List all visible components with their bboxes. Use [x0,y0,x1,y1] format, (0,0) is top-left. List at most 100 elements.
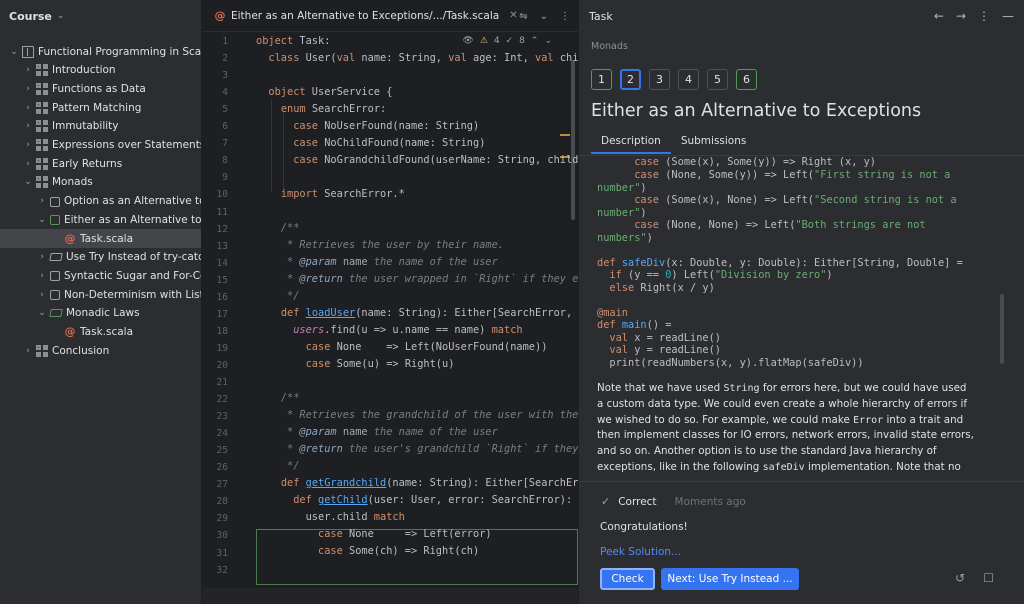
tree-item-label: Introduction [52,64,116,77]
editor-scrollbar[interactable] [571,60,575,220]
code-snippet-line: def main() = [597,319,672,331]
theory-solved-icon [49,309,63,318]
more-options-icon[interactable]: ⋮ [560,11,570,22]
split-editor-icon[interactable]: ⇋ [519,11,527,22]
tree-item[interactable]: › Non-Determinism with Lists [0,285,201,304]
status-time: Moments ago [674,495,746,508]
step-3[interactable]: 3 [649,69,670,90]
tree-item[interactable]: › Immutability [0,117,201,136]
code-line: class User(val name: String, val age: In… [268,52,578,64]
inspection-widget[interactable]: 👁 ⚠ 4 ✓ 8 ⌃ ⌄ [462,36,552,46]
inline-code: String [723,383,760,394]
lesson-icon [36,120,48,133]
weak-warning-count: 8 [519,36,525,46]
tree-item[interactable]: › Early Returns [0,154,201,173]
tabs-dropdown-icon[interactable]: ⌄ [540,11,548,22]
chevron-down-icon[interactable]: ⌄ [544,36,552,46]
more-options-icon[interactable]: ⋮ [978,9,990,23]
code-snippet-line: numbers") [597,232,653,244]
warning-stripe-marker [560,134,570,136]
tab-submissions[interactable]: Submissions [671,131,757,154]
tree-item[interactable]: › Option as an Alternative to n [0,192,202,211]
editor-horizontal-scrollbar[interactable] [202,588,578,604]
chevron-right-icon[interactable]: › [22,346,34,356]
chevron-right-icon[interactable]: › [36,196,48,206]
lesson-icon [36,344,48,357]
course-panel-header[interactable]: Course ⌄ [0,0,201,32]
chevron-right-icon[interactable]: › [36,271,48,281]
tab-description[interactable]: Description [591,131,671,154]
code-snippet-line: number") [597,182,647,194]
tree-item[interactable]: › Introduction [0,61,201,80]
chevron-right-icon[interactable]: › [36,290,48,300]
task-steps: 1 2 3 4 5 6 [591,69,757,90]
tree-item-label: Option as an Alternative to n [64,195,202,208]
line-number: 22 [216,394,228,406]
chevron-down-icon[interactable]: ⌄ [57,11,65,21]
step-5[interactable]: 5 [707,69,728,90]
line-number: 7 [222,138,228,150]
chevron-right-icon[interactable]: › [22,121,34,131]
tree-item[interactable]: ⌄ Monadic Laws [0,304,201,323]
paragraph-text: Note that we have used [597,382,724,394]
tree-item[interactable]: @ Task.scala [0,323,201,342]
close-tab-icon[interactable]: ✕ [509,10,517,21]
eye-icon[interactable]: 👁 [462,36,473,46]
tree-item[interactable]: ⌄ Either as an Alternative to E [0,210,201,229]
chevron-down-icon[interactable]: ⌄ [36,215,48,225]
step-4[interactable]: 4 [678,69,699,90]
feedback-icon[interactable]: ☐ [983,571,994,585]
editor-tab-bar: @ Either as an Alternative to Exceptions… [202,0,578,32]
line-number: 24 [216,428,228,440]
tree-item[interactable]: › Conclusion [0,341,201,360]
chevron-down-icon[interactable]: ⌄ [22,177,34,187]
peek-solution-link[interactable]: Peek Solution... [600,546,681,558]
arrow-left-icon[interactable]: ← [934,9,944,23]
chevron-right-icon[interactable]: › [22,84,34,94]
chevron-right-icon[interactable]: › [22,103,34,113]
step-2[interactable]: 2 [620,69,641,90]
tree-item-label: Monadic Laws [66,307,140,320]
chevron-up-icon[interactable]: ⌃ [531,36,539,46]
inline-code: Error [853,414,884,426]
editor-tab[interactable]: @ Either as an Alternative to Exceptions… [212,9,518,22]
next-task-button[interactable]: Next: Use Try Instead ... [661,568,799,590]
line-number: 30 [216,530,228,542]
chevron-down-icon[interactable]: ⌄ [8,47,20,57]
code-line: * Retrieves the grandchild of the user w… [287,409,578,421]
minimize-icon[interactable]: — [1002,9,1014,23]
description-scrollbar[interactable] [1000,294,1004,364]
scala-file-icon: @ [64,231,76,245]
reset-icon[interactable]: ↺ [955,571,965,585]
task-description[interactable]: case (Some(x), Some(y)) => Right (x, y) … [579,156,1024,474]
step-1[interactable]: 1 [591,69,612,90]
line-number: 3 [222,70,228,82]
tree-item[interactable]: › Syntactic Sugar and For-Co [0,266,201,285]
code-line: def loadUser(name: String): Either[Searc… [280,307,578,319]
tree-item[interactable]: › Use Try Instead of try-catch [0,248,201,267]
tree-item[interactable]: › Expressions over Statements [0,136,201,155]
tree-item[interactable]: › Functions as Data [0,79,201,98]
code-line: import SearchError.* [280,188,405,200]
tree-item[interactable]: ⌄ Functional Programming in Scala [0,42,201,61]
chevron-right-icon[interactable]: › [22,159,34,169]
tree-item[interactable]: ⌄ Monads [0,173,201,192]
line-number: 8 [222,155,228,167]
chevron-right-icon[interactable]: › [22,65,34,75]
chevron-right-icon[interactable]: › [36,252,48,262]
task-panel-header: Task ← → ⋮ — [579,0,1024,32]
code-area[interactable]: 👁 ⚠ 4 ✓ 8 ⌃ ⌄ 1 2 3 4 5 6 7 8 9 10 11 12 13 14 15 16 17 18 1… [202,32,578,604]
line-number: 10 [216,189,228,201]
code-line: case Some(u) => Right(u) [305,358,455,370]
tree-item[interactable]: @ Task.scala [0,229,201,248]
code-line: * @return the user wrapped in `Right` if… [287,273,578,285]
chevron-down-icon[interactable]: ⌄ [36,308,48,318]
line-number: 14 [216,257,228,269]
check-button[interactable]: Check [600,568,655,590]
step-6[interactable]: 6 [736,69,757,90]
arrow-right-icon[interactable]: → [956,9,966,23]
theory-icon [49,253,63,262]
tree-item[interactable]: › Pattern Matching [0,98,201,117]
chevron-right-icon[interactable]: › [22,140,34,150]
congratulations-message: Congratulations! [600,521,688,533]
